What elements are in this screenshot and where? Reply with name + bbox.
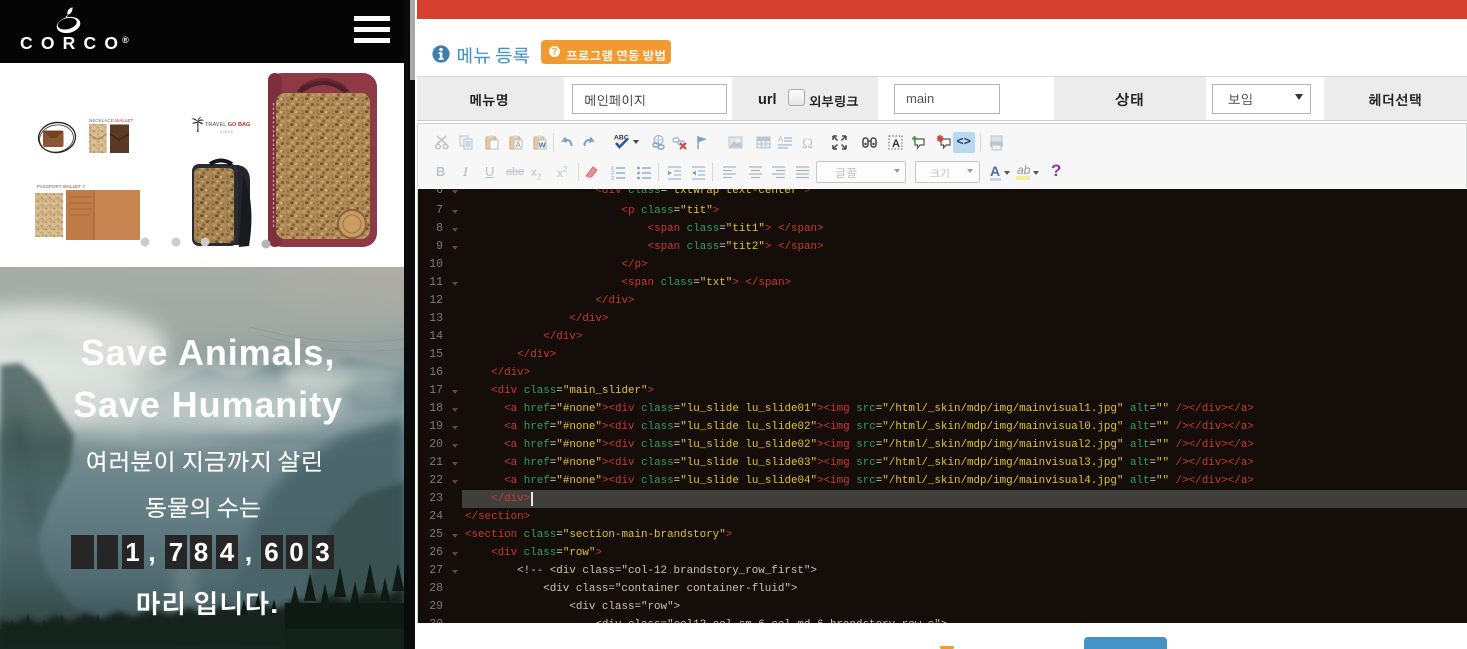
svg-text:NECKLACE WALLET: NECKLACE WALLET	[89, 118, 133, 123]
svg-text:Ω: Ω	[802, 136, 813, 151]
svg-text:A: A	[892, 138, 900, 150]
svg-text:A: A	[515, 140, 521, 149]
svg-text:3: 3	[611, 176, 614, 181]
svg-text:TRAVEL GO BAG: TRAVEL GO BAG	[205, 122, 250, 128]
svg-text:PASSPORT WALLET 7: PASSPORT WALLET 7	[37, 184, 85, 189]
svg-text:W: W	[538, 140, 546, 149]
svg-text:S I N C E: S I N C E	[220, 130, 233, 134]
svg-text:A: A	[778, 135, 784, 144]
